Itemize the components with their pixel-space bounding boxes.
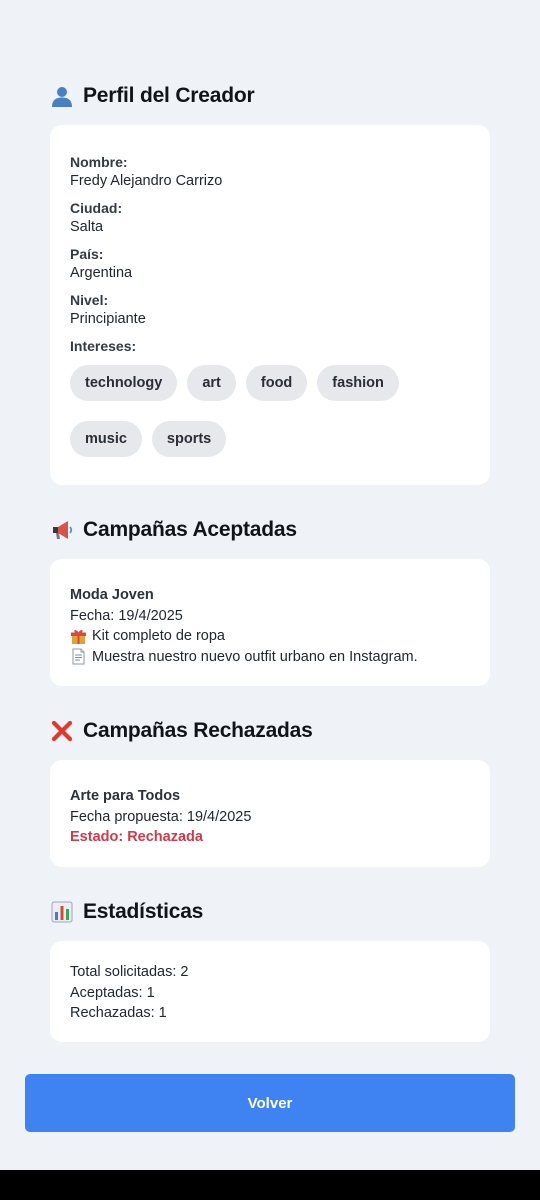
interests-label: Intereses: — [70, 338, 137, 354]
cross-mark-icon — [50, 719, 74, 743]
stats-card: Total solicitadas: 2 Aceptadas: 1 Rechaz… — [50, 941, 490, 1042]
accepted-section-title: Campañas Aceptadas — [50, 518, 297, 542]
city-field-label: Ciudad: — [70, 200, 123, 216]
rejected-campaign-status: Estado: Rechazada — [70, 829, 203, 845]
profile-title-text: Perfil del Creador — [83, 84, 255, 107]
rejected-section-title: Campañas Rechazadas — [50, 719, 313, 743]
document-icon — [70, 648, 87, 665]
stats-title-text: Estadísticas — [83, 900, 204, 923]
country-field-label: País: — [70, 246, 104, 262]
back-button[interactable]: Volver — [25, 1074, 515, 1132]
stats-total: Total solicitadas: 2 — [70, 964, 189, 980]
level-field-label: Nivel: — [70, 292, 109, 308]
interest-tag-food: food — [245, 365, 308, 401]
creator-profile-screen: Perfil del Creador Nombre: Fredy Alejand… — [0, 0, 540, 1200]
megaphone-icon — [50, 518, 74, 542]
gift-icon — [70, 628, 87, 645]
system-navigation-bar — [0, 1170, 540, 1200]
accepted-campaign-description: Muestra nuestro nuevo outfit urbano en I… — [70, 647, 470, 668]
interests-tag-list: technology art food fashion music sports — [70, 365, 470, 477]
interest-tag-sports: sports — [151, 421, 227, 457]
name-field-value: Fredy Alejandro Carrizo — [70, 173, 223, 189]
stats-section-title: Estadísticas — [50, 900, 203, 924]
accepted-campaign-reward: Kit completo de ropa — [70, 626, 470, 647]
accepted-campaign-name: Moda Joven — [70, 587, 154, 603]
city-field-value: Salta — [70, 219, 104, 235]
country-field-value: Argentina — [70, 265, 133, 281]
profile-card: Nombre: Fredy Alejandro Carrizo Ciudad: … — [50, 125, 490, 485]
level-field-value: Principiante — [70, 311, 146, 327]
rejected-campaign-card: Arte para Todos Fecha propuesta: 19/4/20… — [50, 760, 490, 867]
rejected-campaign-name: Arte para Todos — [70, 788, 181, 804]
interest-tag-art: art — [187, 365, 236, 401]
accepted-campaign-date: Fecha: 19/4/2025 — [70, 607, 183, 624]
stats-rejected: Rechazadas: 1 — [70, 1005, 167, 1021]
interest-tag-fashion: fashion — [317, 365, 399, 401]
accepted-campaign-reward-text: Kit completo de ropa — [92, 628, 225, 644]
accepted-campaign-card: Moda Joven Fecha: 19/4/2025 Kit completo… — [50, 559, 490, 686]
name-field-label: Nombre: — [70, 154, 128, 170]
accepted-campaign-description-text: Muestra nuestro nuevo outfit urbano en I… — [92, 648, 418, 665]
bar-chart-icon — [50, 900, 74, 924]
person-icon — [50, 84, 74, 108]
accepted-title-text: Campañas Aceptadas — [83, 518, 297, 541]
profile-section-title: Perfil del Creador — [50, 84, 255, 108]
stats-accepted: Aceptadas: 1 — [70, 984, 155, 1001]
interest-tag-technology: technology — [70, 365, 178, 401]
interest-tag-music: music — [70, 421, 142, 457]
rejected-title-text: Campañas Rechazadas — [83, 719, 313, 742]
rejected-campaign-date: Fecha propuesta: 19/4/2025 — [70, 808, 252, 825]
